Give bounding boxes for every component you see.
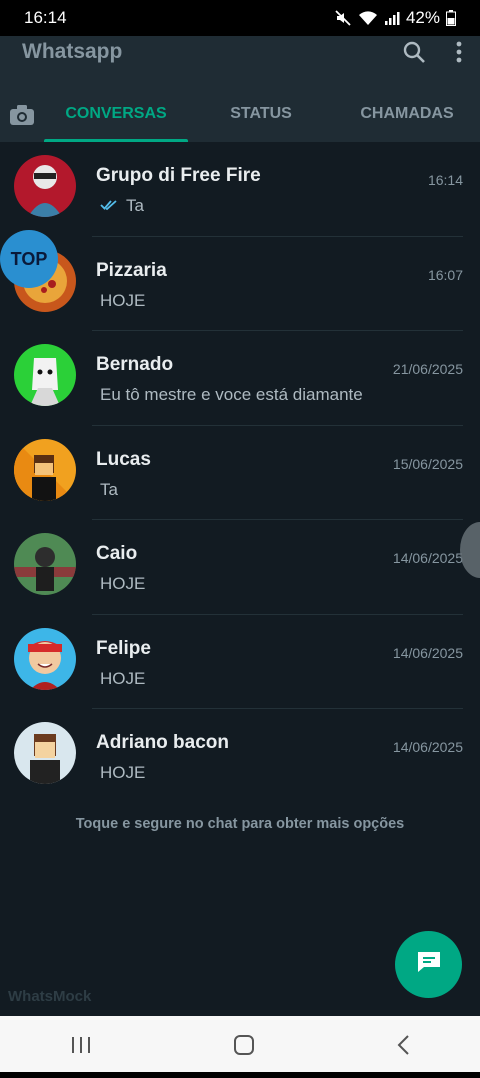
camera-tab[interactable] [0,104,44,131]
chat-last-message: Eu tô mestre e voce está diamante [100,385,363,404]
chat-name: Caio [96,543,138,564]
avatar [14,344,76,406]
tab-chamadas[interactable]: CHAMADAS [334,92,480,142]
message-icon [416,950,442,979]
chat-last-message: HOJE [100,763,146,782]
more-options-icon[interactable] [456,41,462,68]
chat-time: 21/06/2025 [392,361,463,377]
chat-name: Lucas [96,448,151,470]
header-actions [402,40,462,69]
chat-time: 14/06/2025 [392,550,463,566]
signal-icon [384,10,400,26]
search-icon[interactable] [402,40,426,69]
tab-conversas[interactable]: CONVERSAS [44,92,188,142]
avatar [14,722,76,784]
chat-preview: HOJE [100,763,145,783]
bottom-bezel [0,1072,480,1078]
battery-percent: 42% [405,8,440,27]
chat-name: Pizzaria [96,259,167,281]
avatar [14,438,76,501]
chat-preview: HOJE [100,669,145,689]
new-chat-button[interactable] [395,931,462,998]
back-icon[interactable] [396,1034,410,1061]
wifi-icon [358,10,378,26]
avatar [14,533,76,595]
chat-item-bernado[interactable]: Bernado 21/06/2025 Eu tô mestre e voce e… [0,331,480,426]
chat-preview: HOJE [100,574,145,594]
app-title: Whatsapp [22,40,123,63]
battery-icon [446,10,456,26]
chat-item-caio[interactable]: Caio 14/06/2025 HOJE [0,520,480,615]
tab-status[interactable]: STATUS [188,92,334,142]
double-check-icon [100,196,118,216]
chat-last-message: HOJE [100,290,146,310]
watermark: WhatsMock [8,988,92,1005]
chat-name: Adriano bacon [96,732,230,753]
tab-bar: CONVERSAS STATUS CHAMADAS [0,92,480,142]
chat-item-adriano-bacon[interactable]: Adriano bacon 14/06/2025 HOJE [0,709,480,804]
chat-last-message: Ta [100,479,118,499]
top-overlay-badge[interactable]: TOP [0,230,58,288]
chat-time: 16:14 [427,172,463,188]
chat-time: 15/06/2025 [392,455,463,472]
app-header: Whatsapp CONVERSAS STATUS CHAMADAS [0,36,480,142]
system-nav-bar [0,1016,480,1078]
chat-item-grupo-di-free-fire[interactable]: Grupo di Free Fire 16:14 Ta [0,142,480,237]
clock: 16:14 [24,8,67,27]
chat-list: Grupo di Free Fire 16:14 Ta Pizzaria 16:… [0,142,480,804]
status-bar: 16:14 42% [0,0,480,36]
chat-item-felipe[interactable]: Felipe 14/06/2025 HOJE [0,615,480,709]
avatar [14,155,76,217]
chat-time: 14/06/2025 [392,644,463,661]
chat-item-lucas[interactable]: Lucas 15/06/2025 Ta [0,426,480,520]
chat-time: 16:07 [427,266,463,283]
chat-item-pizzaria[interactable]: Pizzaria 16:07 HOJE [0,237,480,331]
chat-name: Bernado [96,354,174,375]
chat-last-message: Ta [126,196,144,215]
chat-last-message: HOJE [100,574,146,593]
chat-preview: Ta [100,196,144,216]
avatar [14,627,76,690]
chat-preview: Eu tô mestre e voce está diamante [100,385,363,405]
home-icon[interactable] [233,1034,255,1061]
chat-time: 14/06/2025 [392,739,463,755]
recent-apps-icon[interactable] [70,1035,92,1060]
chat-name: Felipe [96,637,151,659]
camera-icon [9,104,35,131]
chat-hint: Toque e segure no chat para obter mais o… [75,816,405,832]
chat-last-message: HOJE [100,668,146,688]
chat-name: Grupo di Free Fire [96,165,261,186]
chat-preview: HOJE [100,291,145,311]
mute-icon [334,9,352,27]
status-icons: 42% [334,8,456,28]
chat-preview: Ta [100,480,118,500]
